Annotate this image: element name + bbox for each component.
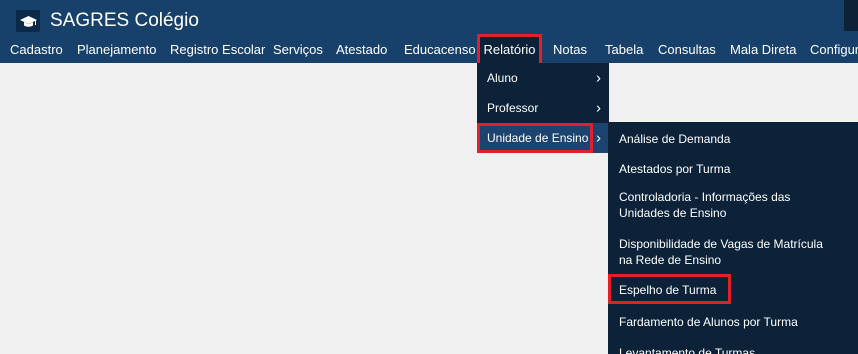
chevron-right-icon: › xyxy=(596,69,601,86)
nav-notas[interactable]: Notas xyxy=(553,37,587,63)
submenu-item-levantamento-de-turmas[interactable]: Levantamento de Turmas xyxy=(608,335,858,354)
nav-tabela[interactable]: Tabela xyxy=(605,37,643,63)
brand[interactable]: SAGRES Colégio xyxy=(16,8,199,34)
submenu-item-atestados-por-turma[interactable]: Atestados por Turma xyxy=(608,154,858,182)
nav-configuracoes[interactable]: Configura xyxy=(810,37,858,63)
app-title: SAGRES Colégio xyxy=(50,10,199,31)
submenu-item-label: Análise de Demanda xyxy=(619,132,731,146)
nav-planejamento[interactable]: Planejamento xyxy=(77,37,157,63)
window-corner xyxy=(844,0,858,31)
menu-item-unidade-label: Unidade de Ensino xyxy=(487,131,589,145)
menu-item-aluno-label: Aluno xyxy=(487,70,518,85)
menu-item-aluno[interactable]: Aluno › xyxy=(477,63,609,92)
relatorio-menu: Aluno › Professor › Unidade de Ensino › xyxy=(477,63,609,153)
chevron-right-icon: › xyxy=(596,99,601,116)
submenu-item-label: Disponibilidade de Vagas de Matrícula na… xyxy=(619,237,823,267)
nav-cadastro[interactable]: Cadastro xyxy=(10,37,63,63)
nav-atestado[interactable]: Atestado xyxy=(336,37,387,63)
main-nav: Cadastro Planejamento Registro Escolar S… xyxy=(0,37,858,63)
submenu-item-label: Controladoria - Informações das Unidades… xyxy=(619,190,791,220)
submenu-item-label: Atestados por Turma xyxy=(619,162,731,176)
submenu-item-controladoria[interactable]: Controladoria - Informações das Unidades… xyxy=(608,182,858,228)
submenu-item-espelho-de-turma[interactable]: Espelho de Turma xyxy=(608,274,858,303)
chevron-right-icon: › xyxy=(596,129,601,147)
nav-mala-direta[interactable]: Mala Direta xyxy=(730,37,796,63)
submenu-item-label: Fardamento de Alunos por Turma xyxy=(619,315,798,329)
submenu-item-analise-de-demanda[interactable]: Análise de Demanda xyxy=(608,122,858,154)
nav-servicos[interactable]: Serviços xyxy=(273,37,323,63)
graduation-cap-icon xyxy=(16,10,40,32)
submenu-item-label: Espelho de Turma xyxy=(619,283,717,297)
nav-educacenso[interactable]: Educacenso xyxy=(404,37,476,63)
menu-item-professor-label: Professor xyxy=(487,100,539,115)
nav-relatorio[interactable]: Relatório xyxy=(477,37,542,63)
top-bar: SAGRES Colégio Cadastro Planejamento Reg… xyxy=(0,0,858,63)
submenu-item-label: Levantamento de Turmas xyxy=(619,346,756,354)
submenu-item-fardamento[interactable]: Fardamento de Alunos por Turma xyxy=(608,303,858,335)
nav-consultas[interactable]: Consultas xyxy=(658,37,716,63)
unidade-submenu: Análise de Demanda Atestados por Turma C… xyxy=(608,122,858,354)
nav-registro-escolar[interactable]: Registro Escolar xyxy=(170,37,265,63)
menu-item-professor[interactable]: Professor › xyxy=(477,93,609,122)
submenu-item-disponibilidade-de-vagas[interactable]: Disponibilidade de Vagas de Matrícula na… xyxy=(608,228,858,274)
menu-item-unidade-de-ensino[interactable]: Unidade de Ensino › xyxy=(477,123,609,153)
